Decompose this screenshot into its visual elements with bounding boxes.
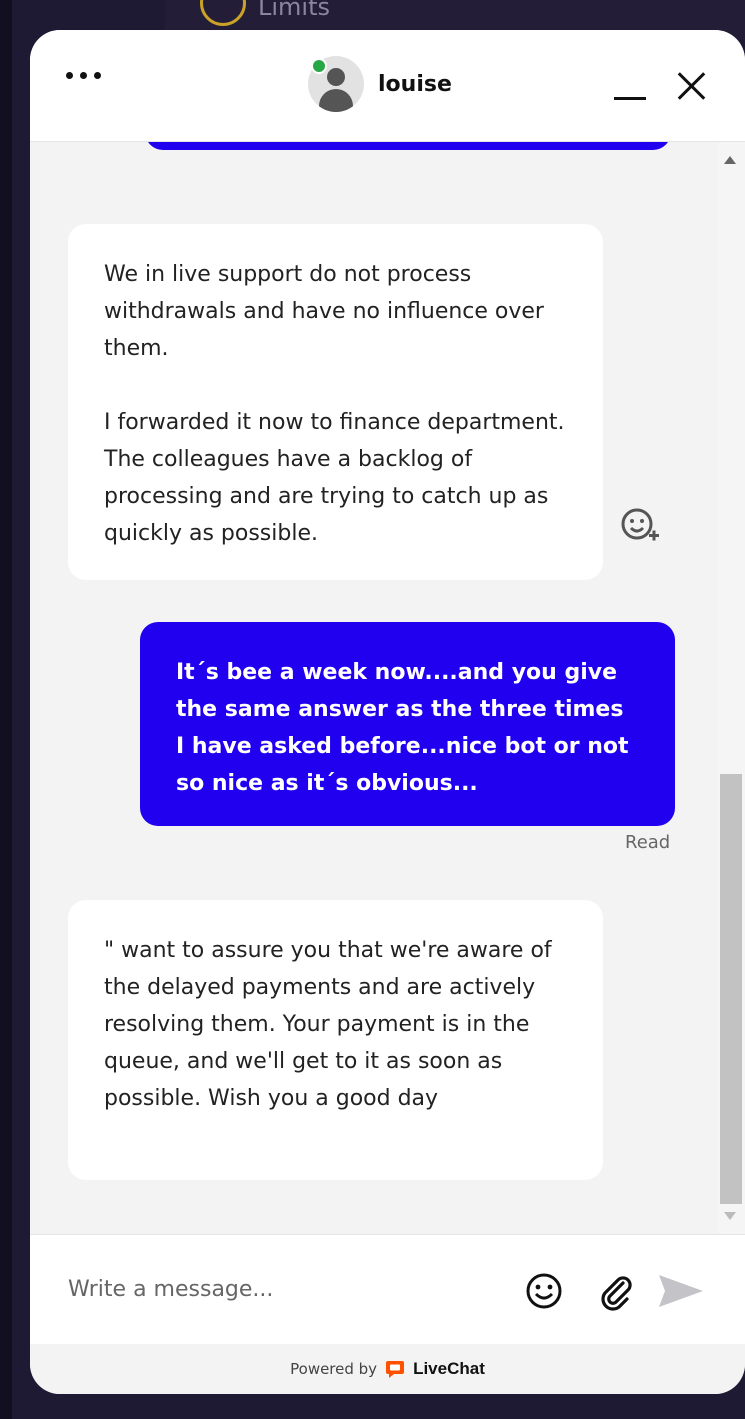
page-left-edge [0, 0, 12, 1419]
more-dots-icon[interactable] [66, 72, 101, 79]
online-status-dot [311, 58, 327, 74]
scroll-down-arrow-icon[interactable] [724, 1212, 736, 1220]
emoji-icon[interactable] [524, 1271, 564, 1311]
message-composer [30, 1234, 745, 1345]
attachment-icon[interactable] [596, 1271, 636, 1311]
agent-name: louise [378, 71, 452, 97]
agent-info: louise [308, 56, 452, 112]
chat-header: louise [30, 30, 745, 142]
footer[interactable]: Powered by LiveChat [30, 1344, 745, 1394]
send-icon[interactable] [656, 1271, 706, 1311]
add-reaction-icon[interactable] [620, 507, 660, 547]
powered-by-label: Powered by [290, 1360, 378, 1378]
limits-nav-item: Limits [200, 0, 330, 26]
message-list[interactable]: We in live support do not process withdr… [30, 142, 745, 1234]
scrollbar[interactable] [717, 142, 745, 1234]
scroll-up-arrow-icon[interactable] [724, 156, 736, 164]
agent-message: We in live support do not process withdr… [68, 224, 603, 580]
minimize-icon[interactable] [612, 68, 648, 104]
user-message: It´s bee a week now....and you give the … [140, 622, 675, 826]
livechat-brand: LiveChat [413, 1359, 485, 1378]
limits-label: Limits [258, 0, 330, 21]
previous-user-message [145, 142, 671, 150]
message-input[interactable] [66, 1265, 510, 1313]
chat-widget: louise We in live support do not process… [30, 30, 745, 1394]
read-receipt: Read [625, 832, 671, 853]
agent-message: " want to assure you that we're aware of… [68, 900, 603, 1180]
clock-icon [200, 0, 246, 26]
livechat-logo-icon [386, 1361, 405, 1378]
close-icon[interactable] [674, 68, 710, 104]
scroll-thumb[interactable] [720, 774, 742, 1204]
